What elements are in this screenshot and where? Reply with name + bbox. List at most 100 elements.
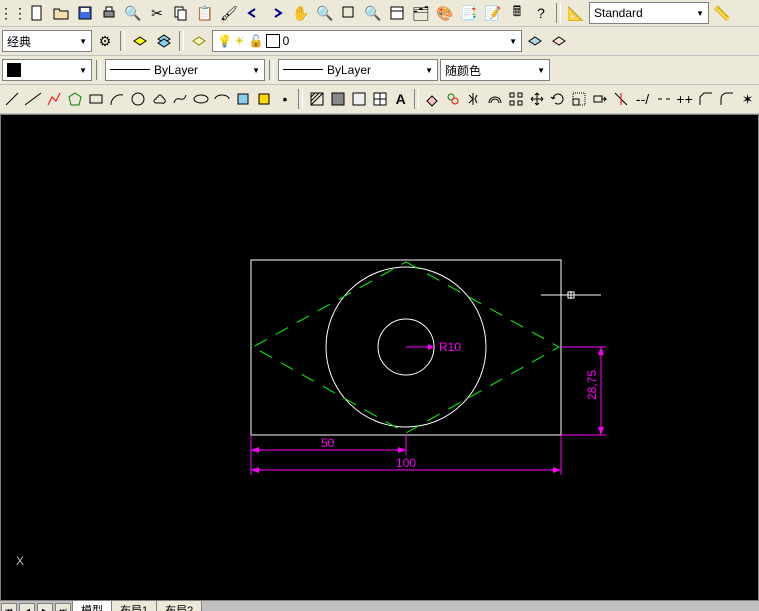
- divider: [414, 89, 419, 109]
- insert-block-icon[interactable]: [233, 88, 252, 110]
- sun-icon: ☀: [234, 34, 245, 48]
- dim-style-combo[interactable]: Standard ▼: [589, 2, 709, 24]
- gradient-icon[interactable]: [328, 88, 347, 110]
- chevron-down-icon: ▼: [79, 37, 87, 46]
- divider: [298, 89, 303, 109]
- spline-icon[interactable]: [170, 88, 189, 110]
- copy-obj-icon[interactable]: [444, 88, 463, 110]
- chamfer-icon[interactable]: [696, 88, 715, 110]
- design-center-icon[interactable]: 🗂: [410, 2, 432, 24]
- stretch-icon[interactable]: [591, 88, 610, 110]
- undo-icon[interactable]: [242, 2, 264, 24]
- new-icon[interactable]: [26, 2, 48, 24]
- tab-layout2-label: 布局2: [165, 605, 193, 611]
- sheet-set-icon[interactable]: 📑: [458, 2, 480, 24]
- mtext-icon[interactable]: A: [391, 88, 410, 110]
- divider: [179, 31, 184, 51]
- fillet-icon[interactable]: [717, 88, 736, 110]
- divider: [556, 3, 561, 23]
- dim-style-icon[interactable]: 📐: [565, 2, 587, 24]
- layer-combo[interactable]: 💡 ☀ 🔓 0 ▼: [212, 30, 522, 52]
- xline-icon[interactable]: [23, 88, 42, 110]
- lineweight-combo[interactable]: ByLayer ▼: [278, 59, 438, 81]
- break-icon[interactable]: [654, 88, 673, 110]
- calc-icon[interactable]: 🖩: [506, 2, 528, 24]
- rectangle-icon[interactable]: [86, 88, 105, 110]
- copy-icon[interactable]: [170, 2, 192, 24]
- circle-icon[interactable]: [128, 88, 147, 110]
- layer-match-icon[interactable]: [548, 30, 570, 52]
- ellipse-icon[interactable]: [191, 88, 210, 110]
- make-block-icon[interactable]: [254, 88, 273, 110]
- plotstyle-combo[interactable]: 随颜色 ▼: [440, 59, 550, 81]
- workspace-combo[interactable]: 经典 ▼: [2, 30, 92, 52]
- zoom-window-icon[interactable]: [338, 2, 360, 24]
- ucs-x-label: X: [16, 554, 24, 568]
- region-icon[interactable]: [349, 88, 368, 110]
- hatch-icon[interactable]: [307, 88, 326, 110]
- chevron-down-icon: ▼: [425, 66, 433, 75]
- ellipse-arc-icon[interactable]: [212, 88, 231, 110]
- tab-first-icon[interactable]: ⏮: [1, 603, 17, 611]
- line-preview: [283, 69, 323, 72]
- save-icon[interactable]: [74, 2, 96, 24]
- erase-icon[interactable]: [423, 88, 442, 110]
- mirror-icon[interactable]: [465, 88, 484, 110]
- layer-states-icon[interactable]: [153, 30, 175, 52]
- paste-icon[interactable]: 📋: [194, 2, 216, 24]
- tab-prev-icon[interactable]: ◀: [19, 603, 35, 611]
- tab-next-icon[interactable]: ▶: [37, 603, 53, 611]
- array-icon[interactable]: [507, 88, 526, 110]
- linetype-combo[interactable]: ByLayer ▼: [105, 59, 265, 81]
- zoom-realtime-icon[interactable]: 🔍: [314, 2, 336, 24]
- revcloud-icon[interactable]: [149, 88, 168, 110]
- properties-icon[interactable]: [386, 2, 408, 24]
- color-combo[interactable]: ▼: [2, 59, 92, 81]
- markup-icon[interactable]: 📝: [482, 2, 504, 24]
- cut-icon[interactable]: ✂: [146, 2, 168, 24]
- table-icon[interactable]: [370, 88, 389, 110]
- scale-icon[interactable]: [570, 88, 589, 110]
- dim100-text: 100: [396, 456, 416, 470]
- rotate-icon[interactable]: [549, 88, 568, 110]
- drawing-canvas[interactable]: R10 50 100 28,75 X: [0, 114, 759, 601]
- tab-last-icon[interactable]: ⏭: [55, 603, 71, 611]
- line-icon[interactable]: [2, 88, 21, 110]
- match-prop-icon[interactable]: 🖌: [218, 2, 240, 24]
- trim-icon[interactable]: [612, 88, 631, 110]
- standard-toolbar: ⋮⋮ 🔍 ✂ 📋 🖌 ✋ 🔍 🔍 🗂 🎨 📑 📝 🖩 ? 📐 Standard …: [0, 0, 759, 27]
- layer-previous-icon[interactable]: [524, 30, 546, 52]
- polygon-icon[interactable]: [65, 88, 84, 110]
- divider: [269, 60, 274, 80]
- print-icon[interactable]: [98, 2, 120, 24]
- help-icon[interactable]: ?: [530, 2, 552, 24]
- tool-palette-icon[interactable]: 🎨: [434, 2, 456, 24]
- open-icon[interactable]: [50, 2, 72, 24]
- point-icon[interactable]: •: [275, 88, 294, 110]
- chevron-down-icon: ▼: [79, 66, 87, 75]
- chevron-down-icon: ▼: [509, 37, 517, 46]
- layer-name: 0: [283, 34, 290, 48]
- chevron-down-icon: ▼: [252, 66, 260, 75]
- properties-toolbar: ▼ ByLayer ▼ ByLayer ▼ 随颜色 ▼: [0, 56, 759, 85]
- extend-icon[interactable]: --/: [633, 88, 652, 110]
- workspace-settings-icon[interactable]: ⚙: [94, 30, 116, 52]
- arc-icon[interactable]: [107, 88, 126, 110]
- join-icon[interactable]: ++: [675, 88, 694, 110]
- workspace-layer-toolbar: 经典 ▼ ⚙ 💡 ☀ 🔓 0 ▼: [0, 27, 759, 56]
- pan-icon[interactable]: ✋: [290, 2, 312, 24]
- explode-icon[interactable]: ✶: [738, 88, 757, 110]
- lock-icon: 🔓: [249, 34, 264, 48]
- layer-properties-icon[interactable]: [129, 30, 151, 52]
- layer-color-swatch: [266, 34, 280, 48]
- layer-manager-icon[interactable]: [188, 30, 210, 52]
- offset-icon[interactable]: [486, 88, 505, 110]
- redo-icon[interactable]: [266, 2, 288, 24]
- chevron-down-icon: ▼: [537, 66, 545, 75]
- move-icon[interactable]: [528, 88, 547, 110]
- linetype-value: ByLayer: [154, 63, 198, 77]
- dim-update-icon[interactable]: 📏: [711, 2, 733, 24]
- pline-icon[interactable]: [44, 88, 63, 110]
- zoom-previous-icon[interactable]: 🔍: [362, 2, 384, 24]
- plot-preview-icon[interactable]: 🔍: [122, 2, 144, 24]
